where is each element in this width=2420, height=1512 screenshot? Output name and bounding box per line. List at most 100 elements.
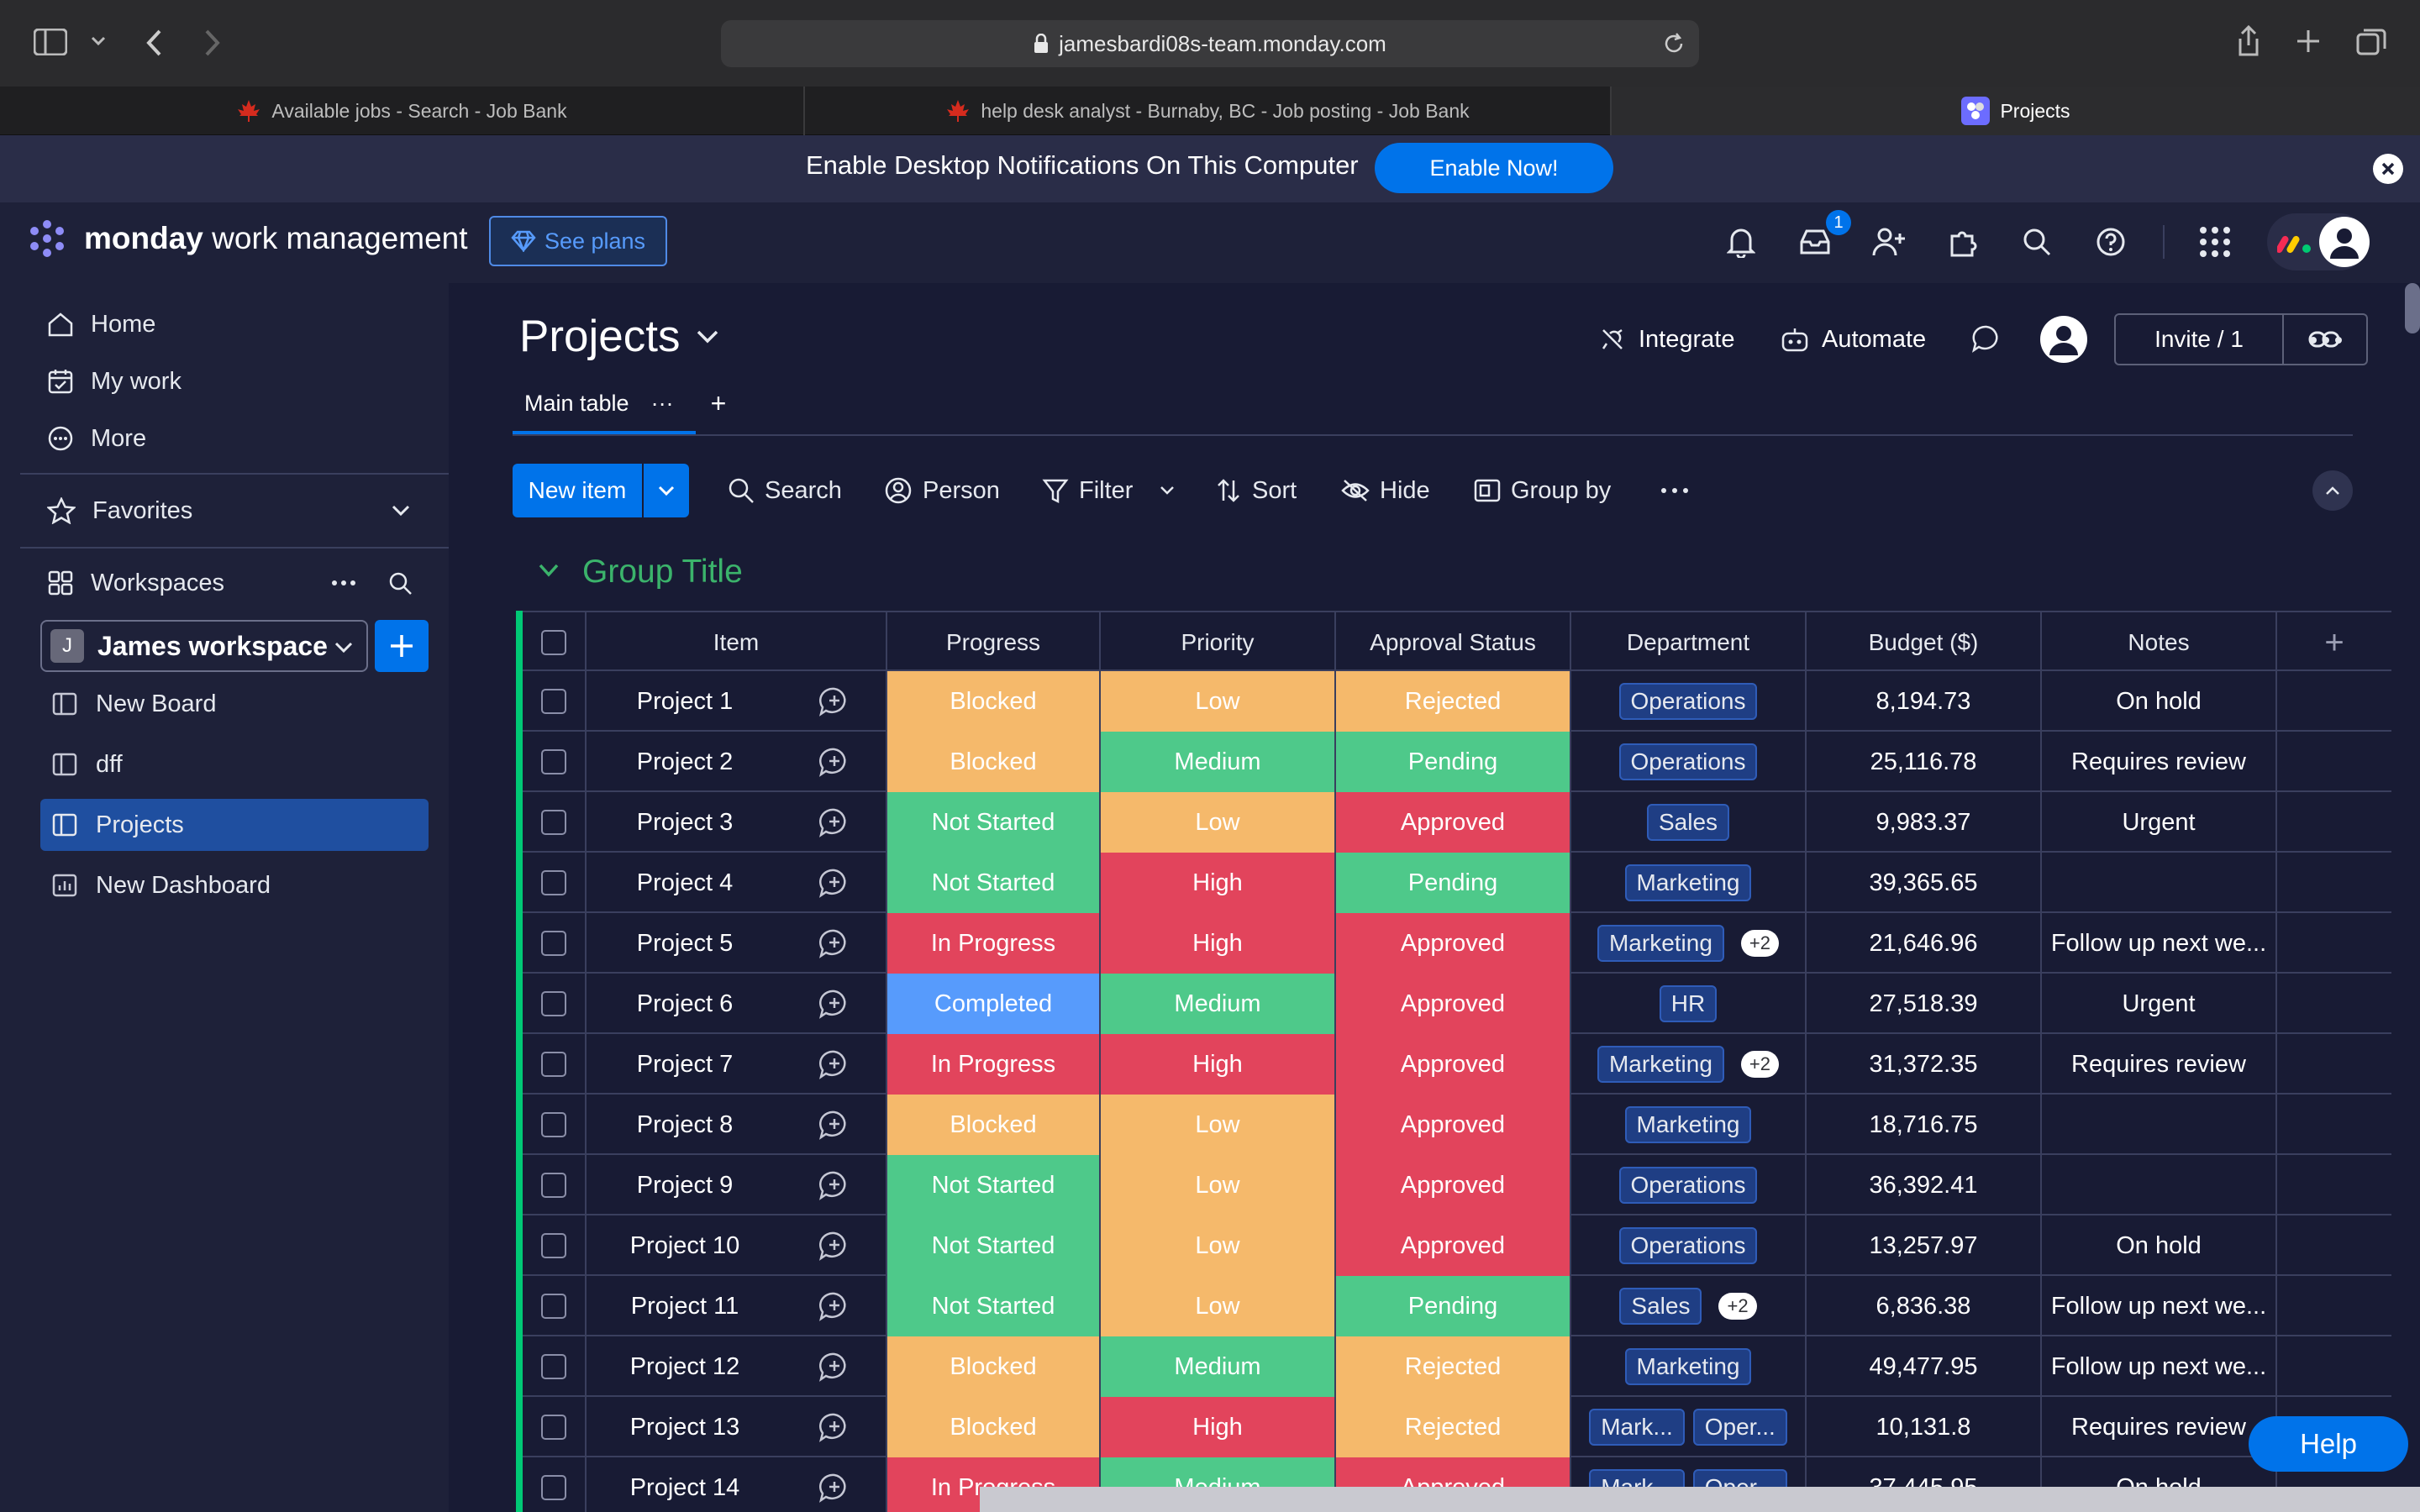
filter-button[interactable]: Filter — [1042, 470, 1175, 511]
row-checkbox[interactable] — [541, 870, 566, 895]
sort-button[interactable]: Sort — [1215, 470, 1297, 511]
chevron-down-icon[interactable] — [91, 35, 106, 47]
help-icon[interactable] — [2092, 223, 2129, 260]
notes-cell[interactable] — [2042, 853, 2277, 913]
add-update-icon[interactable] — [818, 1049, 850, 1079]
budget-cell[interactable]: 13,257.97 — [1807, 1215, 2042, 1276]
help-button[interactable]: Help — [2249, 1416, 2408, 1472]
notes-cell[interactable]: Follow up next we... — [2042, 1276, 2277, 1336]
row-checkbox[interactable] — [541, 810, 566, 835]
hide-button[interactable]: Hide — [1341, 470, 1430, 511]
sidebar-favorites[interactable]: Favorites — [47, 487, 417, 534]
add-update-icon[interactable] — [818, 989, 850, 1019]
item-cell[interactable]: Project 11 — [587, 1276, 783, 1336]
table-row[interactable]: Project 8 Blocked Low Approved Marketing 18,7… — [523, 1095, 2391, 1155]
add-update-icon[interactable] — [818, 868, 850, 898]
add-update-icon[interactable] — [818, 1231, 850, 1261]
priority-status-cell[interactable]: Low — [1101, 1276, 1336, 1336]
row-checkbox[interactable] — [541, 1475, 566, 1500]
sidebar-item-my-work[interactable]: My work — [47, 358, 182, 405]
column-header-item[interactable]: Item — [587, 612, 887, 673]
priority-status-cell[interactable]: Low — [1101, 792, 1336, 853]
progress-status-cell[interactable]: Blocked — [887, 671, 1101, 732]
department-cell[interactable]: HR — [1571, 974, 1807, 1034]
department-cell[interactable]: Marketing +2 — [1571, 1034, 1807, 1095]
row-checkbox[interactable] — [541, 1052, 566, 1077]
progress-status-cell[interactable]: Not Started — [887, 1215, 1101, 1276]
item-name[interactable]: Project 3 — [637, 809, 733, 837]
sidebar-board-dff[interactable]: dff — [40, 738, 429, 790]
priority-status-cell[interactable]: Medium — [1101, 1336, 1336, 1397]
add-update-icon[interactable] — [818, 1352, 850, 1382]
integrate-button[interactable]: Integrate — [1598, 319, 1734, 360]
enable-notifications-button[interactable]: Enable Now! — [1375, 143, 1613, 193]
notes-cell[interactable]: Follow up next we... — [2042, 1336, 2277, 1397]
department-cell[interactable]: Marketing +2 — [1571, 913, 1807, 974]
item-name[interactable]: Project 11 — [631, 1293, 739, 1320]
approval-status-cell[interactable]: Pending — [1336, 853, 1571, 913]
sidebar-item-more[interactable]: More — [47, 415, 146, 462]
table-row[interactable]: Project 13 Blocked High Rejected Mark... Oper… — [523, 1397, 2391, 1457]
department-cell[interactable]: Mark...Oper... — [1571, 1397, 1807, 1457]
app-grid-icon[interactable] — [2196, 223, 2233, 260]
group-collapse-icon[interactable] — [538, 563, 560, 578]
column-header-budget[interactable]: Budget ($) — [1807, 612, 2042, 673]
approval-status-cell[interactable]: Approved — [1336, 913, 1571, 974]
approval-status-cell[interactable]: Rejected — [1336, 1397, 1571, 1457]
notes-cell[interactable]: On hold — [2042, 1215, 2277, 1276]
notes-cell[interactable]: Follow up next we... — [2042, 913, 2277, 974]
add-update-icon[interactable] — [818, 686, 850, 717]
reload-icon[interactable] — [1662, 32, 1686, 55]
priority-status-cell[interactable]: Low — [1101, 1215, 1336, 1276]
progress-status-cell[interactable]: Not Started — [887, 792, 1101, 853]
row-checkbox[interactable] — [541, 1173, 566, 1198]
address-bar[interactable]: jamesbardi08s-team.monday.com — [721, 20, 1699, 67]
item-name[interactable]: Project 4 — [637, 869, 733, 897]
progress-status-cell[interactable]: Blocked — [887, 732, 1101, 792]
browser-tab[interactable]: Available jobs - Search - Job Bank — [0, 87, 805, 135]
more-departments-badge[interactable]: +2 — [1740, 1051, 1780, 1078]
item-name[interactable]: Project 8 — [637, 1111, 733, 1139]
approval-status-cell[interactable]: Approved — [1336, 1095, 1571, 1155]
account-menu[interactable] — [2267, 213, 2370, 270]
person-filter-button[interactable]: Person — [884, 470, 1000, 511]
priority-status-cell[interactable]: Low — [1101, 1095, 1336, 1155]
share-icon[interactable] — [2237, 25, 2260, 57]
progress-status-cell[interactable]: Blocked — [887, 1095, 1101, 1155]
approval-status-cell[interactable]: Approved — [1336, 1215, 1571, 1276]
automate-button[interactable]: Automate — [1780, 319, 1926, 360]
table-row[interactable]: Project 10 Not Started Low Approved Operatio… — [523, 1215, 2391, 1276]
bell-icon[interactable] — [1723, 223, 1760, 260]
notes-cell[interactable]: Requires review — [2042, 732, 2277, 792]
budget-cell[interactable]: 31,372.35 — [1807, 1034, 2042, 1095]
browser-tab-active[interactable]: Projects — [1612, 87, 2420, 135]
department-cell[interactable]: Operations — [1571, 732, 1807, 792]
item-name[interactable]: Project 7 — [637, 1051, 733, 1079]
item-name[interactable]: Project 9 — [637, 1172, 733, 1200]
row-checkbox[interactable] — [541, 931, 566, 956]
notes-cell[interactable]: Requires review — [2042, 1034, 2277, 1095]
budget-cell[interactable]: 49,477.95 — [1807, 1336, 2042, 1397]
item-name[interactable]: Project 5 — [637, 930, 733, 958]
item-name[interactable]: Project 13 — [630, 1414, 740, 1441]
department-cell[interactable]: Operations — [1571, 1215, 1807, 1276]
item-name[interactable]: Project 6 — [637, 990, 733, 1018]
progress-status-cell[interactable]: In Progress — [887, 913, 1101, 974]
row-checkbox[interactable] — [541, 1415, 566, 1440]
item-cell[interactable]: Project 12 — [587, 1336, 783, 1397]
item-cell[interactable]: Project 7 — [587, 1034, 783, 1095]
budget-cell[interactable]: 36,392.41 — [1807, 1155, 2042, 1215]
board-title[interactable]: Projects — [519, 311, 718, 362]
select-all-checkbox[interactable] — [541, 630, 566, 655]
invite-button[interactable]: Invite / 1 — [2114, 313, 2284, 365]
notes-cell[interactable] — [2042, 1155, 2277, 1215]
forward-icon[interactable] — [203, 29, 222, 57]
table-row[interactable]: Project 9 Not Started Low Approved Operation… — [523, 1155, 2391, 1215]
sidebar-workspaces[interactable]: Workspaces — [47, 559, 224, 606]
new-tab-icon[interactable] — [2296, 29, 2321, 54]
item-name[interactable]: Project 2 — [637, 748, 733, 776]
chevron-down-icon[interactable] — [392, 505, 410, 517]
vertical-scrollbar[interactable] — [2405, 283, 2420, 333]
budget-cell[interactable]: 8,194.73 — [1807, 671, 2042, 732]
monday-logo-icon[interactable] — [25, 218, 69, 259]
